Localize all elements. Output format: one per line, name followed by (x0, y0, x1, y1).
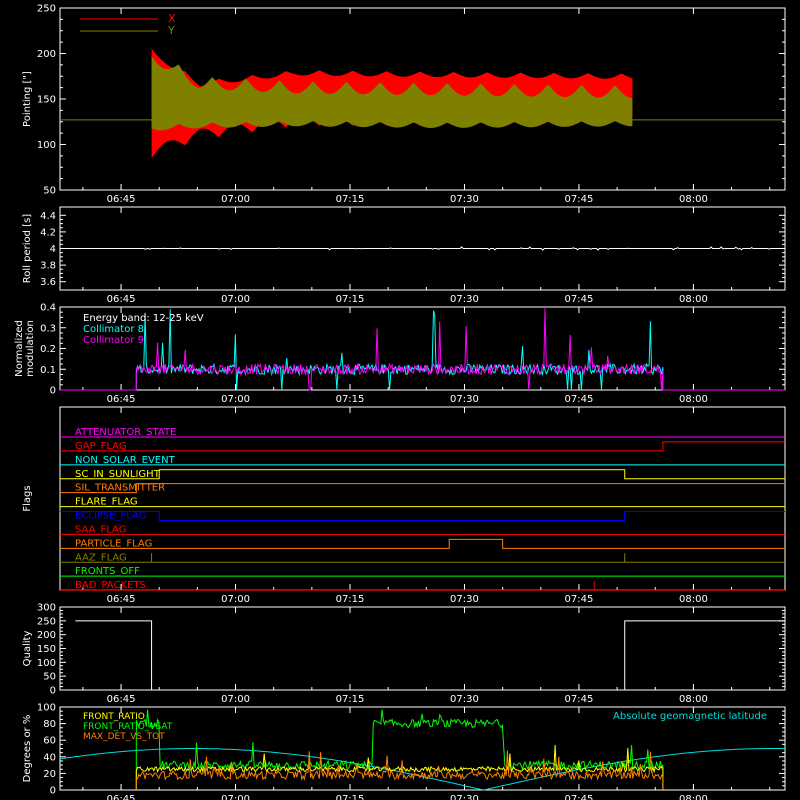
y-tick-label: 80 (43, 719, 56, 730)
x-tick-label: 07:15 (336, 594, 365, 605)
x-tick-label: 07:30 (450, 194, 479, 205)
x-tick-label: 07:45 (565, 694, 594, 705)
x-tick-label: 06:45 (107, 794, 136, 800)
y-tick-label: 60 (43, 736, 56, 747)
flag-label: AAZ_FLAG (75, 552, 127, 563)
chart-canvas: 06:45 07:00 07:15 07:30 07:45 08:00 50 100 150 20… (0, 0, 800, 800)
x-tick-label: 07:00 (221, 394, 250, 405)
flag-label: NON_SOLAR_EVENT (75, 455, 176, 466)
x-tick-label: 07:45 (565, 794, 594, 800)
flag-label: PARTICLE_FLAG (75, 538, 152, 549)
x-tick-label: 07:45 (565, 294, 594, 305)
x-tick-label: 08:00 (679, 194, 708, 205)
y-axis-label: Quality (22, 631, 33, 667)
legend-entry: Y (167, 24, 175, 37)
x-tick-label: 07:00 (221, 194, 250, 205)
legend-entry: FRONT_RATIO (83, 712, 145, 722)
x-tick-label: 08:00 (679, 294, 708, 305)
y-tick-label: 40 (43, 752, 56, 763)
y-tick-label: 0 (50, 786, 56, 797)
x-tick-label: 08:00 (679, 594, 708, 605)
y-tick-label: 0.4 (40, 303, 56, 314)
y-tick-label: 200 (37, 630, 56, 641)
y-axis-label: modulation (25, 320, 36, 377)
x-tick-label: 06:45 (107, 294, 136, 305)
y-tick-label: 300 (37, 603, 56, 614)
y-axis-label: Pointing ["] (22, 71, 33, 127)
x-tick-label: 07:15 (336, 194, 365, 205)
x-tick-label: 07:45 (565, 594, 594, 605)
x-tick-label: 07:30 (450, 594, 479, 605)
x-tick-label: 06:45 (107, 394, 136, 405)
y-tick-label: 3.8 (40, 261, 56, 272)
y-tick-label: 200 (37, 49, 56, 60)
x-tick-label: 06:45 (107, 594, 136, 605)
y-tick-label: 150 (37, 95, 56, 106)
y-tick-label: 20 (43, 769, 56, 780)
flag-label: ATTENUATOR_STATE (75, 427, 176, 438)
x-tick-label: 07:00 (221, 594, 250, 605)
y-tick-label: 250 (37, 616, 56, 627)
x-tick-label: 08:00 (679, 694, 708, 705)
legend-entry: MAX_DET_VS_TOT (83, 732, 165, 742)
legend-entry: Collimator 9 (83, 335, 144, 346)
flag-label: GAP_FLAG (75, 441, 127, 452)
legend-entry: Energy band: 12-25 keV (83, 313, 204, 324)
legend-entry: FRONT_RATIO_VSAT (83, 722, 173, 732)
y-tick-label: 0.3 (40, 323, 56, 334)
x-tick-label: 08:00 (679, 394, 708, 405)
y-tick-label: 50 (43, 186, 56, 197)
y-tick-label: 3.6 (40, 277, 56, 288)
y-tick-label: 0.2 (40, 344, 56, 355)
flag-label: BAD_PACKETS (75, 580, 146, 591)
flag-label: SAA_FLAG (75, 524, 126, 535)
x-tick-label: 07:15 (336, 394, 365, 405)
x-tick-label: 07:30 (450, 294, 479, 305)
x-tick-label: 07:30 (450, 794, 479, 800)
flag-label: SC_IN_SUNLIGHT (75, 469, 161, 480)
x-tick-label: 07:00 (221, 294, 250, 305)
y-tick-label: 4.4 (40, 211, 56, 222)
y-tick-label: 100 (37, 140, 56, 151)
legend-right: Absolute geomagnetic latitude (613, 711, 767, 722)
y-tick-label: 0 (50, 386, 56, 397)
legend-entry: Collimator 8 (83, 324, 144, 335)
y-axis-label: Flags (22, 485, 33, 511)
y-tick-label: 100 (37, 703, 56, 714)
x-tick-label: 07:00 (221, 794, 250, 800)
x-tick-label: 07:15 (336, 294, 365, 305)
flag-label: ECLIPSE_FLAG (75, 511, 146, 522)
y-axis-label: Degrees or % (22, 715, 33, 783)
x-tick-label: 07:45 (565, 194, 594, 205)
x-tick-label: 08:00 (679, 794, 708, 800)
y-axis-label: Roll period [s] (22, 214, 33, 283)
x-tick-label: 07:15 (336, 694, 365, 705)
y-axis-label: Normalized (14, 320, 25, 377)
y-tick-label: 0 (50, 686, 56, 697)
x-tick-label: 07:30 (450, 394, 479, 405)
y-tick-label: 50 (43, 672, 56, 683)
flag-label: SIL_TRANSMITTER (75, 483, 165, 494)
y-tick-label: 4 (50, 244, 56, 255)
y-tick-label: 0.1 (40, 365, 56, 376)
x-tick-label: 07:30 (450, 694, 479, 705)
x-tick-label: 06:45 (107, 694, 136, 705)
flag-label: FRONTS_OFF (75, 566, 140, 577)
x-tick-label: 06:45 (107, 194, 136, 205)
y-tick-label: 250 (37, 4, 56, 15)
flag-label: FLARE_FLAG (75, 497, 138, 508)
y-tick-label: 150 (37, 644, 56, 655)
y-tick-label: 100 (37, 658, 56, 669)
y-tick-label: 4.2 (40, 227, 56, 238)
x-tick-label: 07:45 (565, 394, 594, 405)
x-tick-label: 07:00 (221, 694, 250, 705)
x-tick-label: 07:15 (336, 794, 365, 800)
